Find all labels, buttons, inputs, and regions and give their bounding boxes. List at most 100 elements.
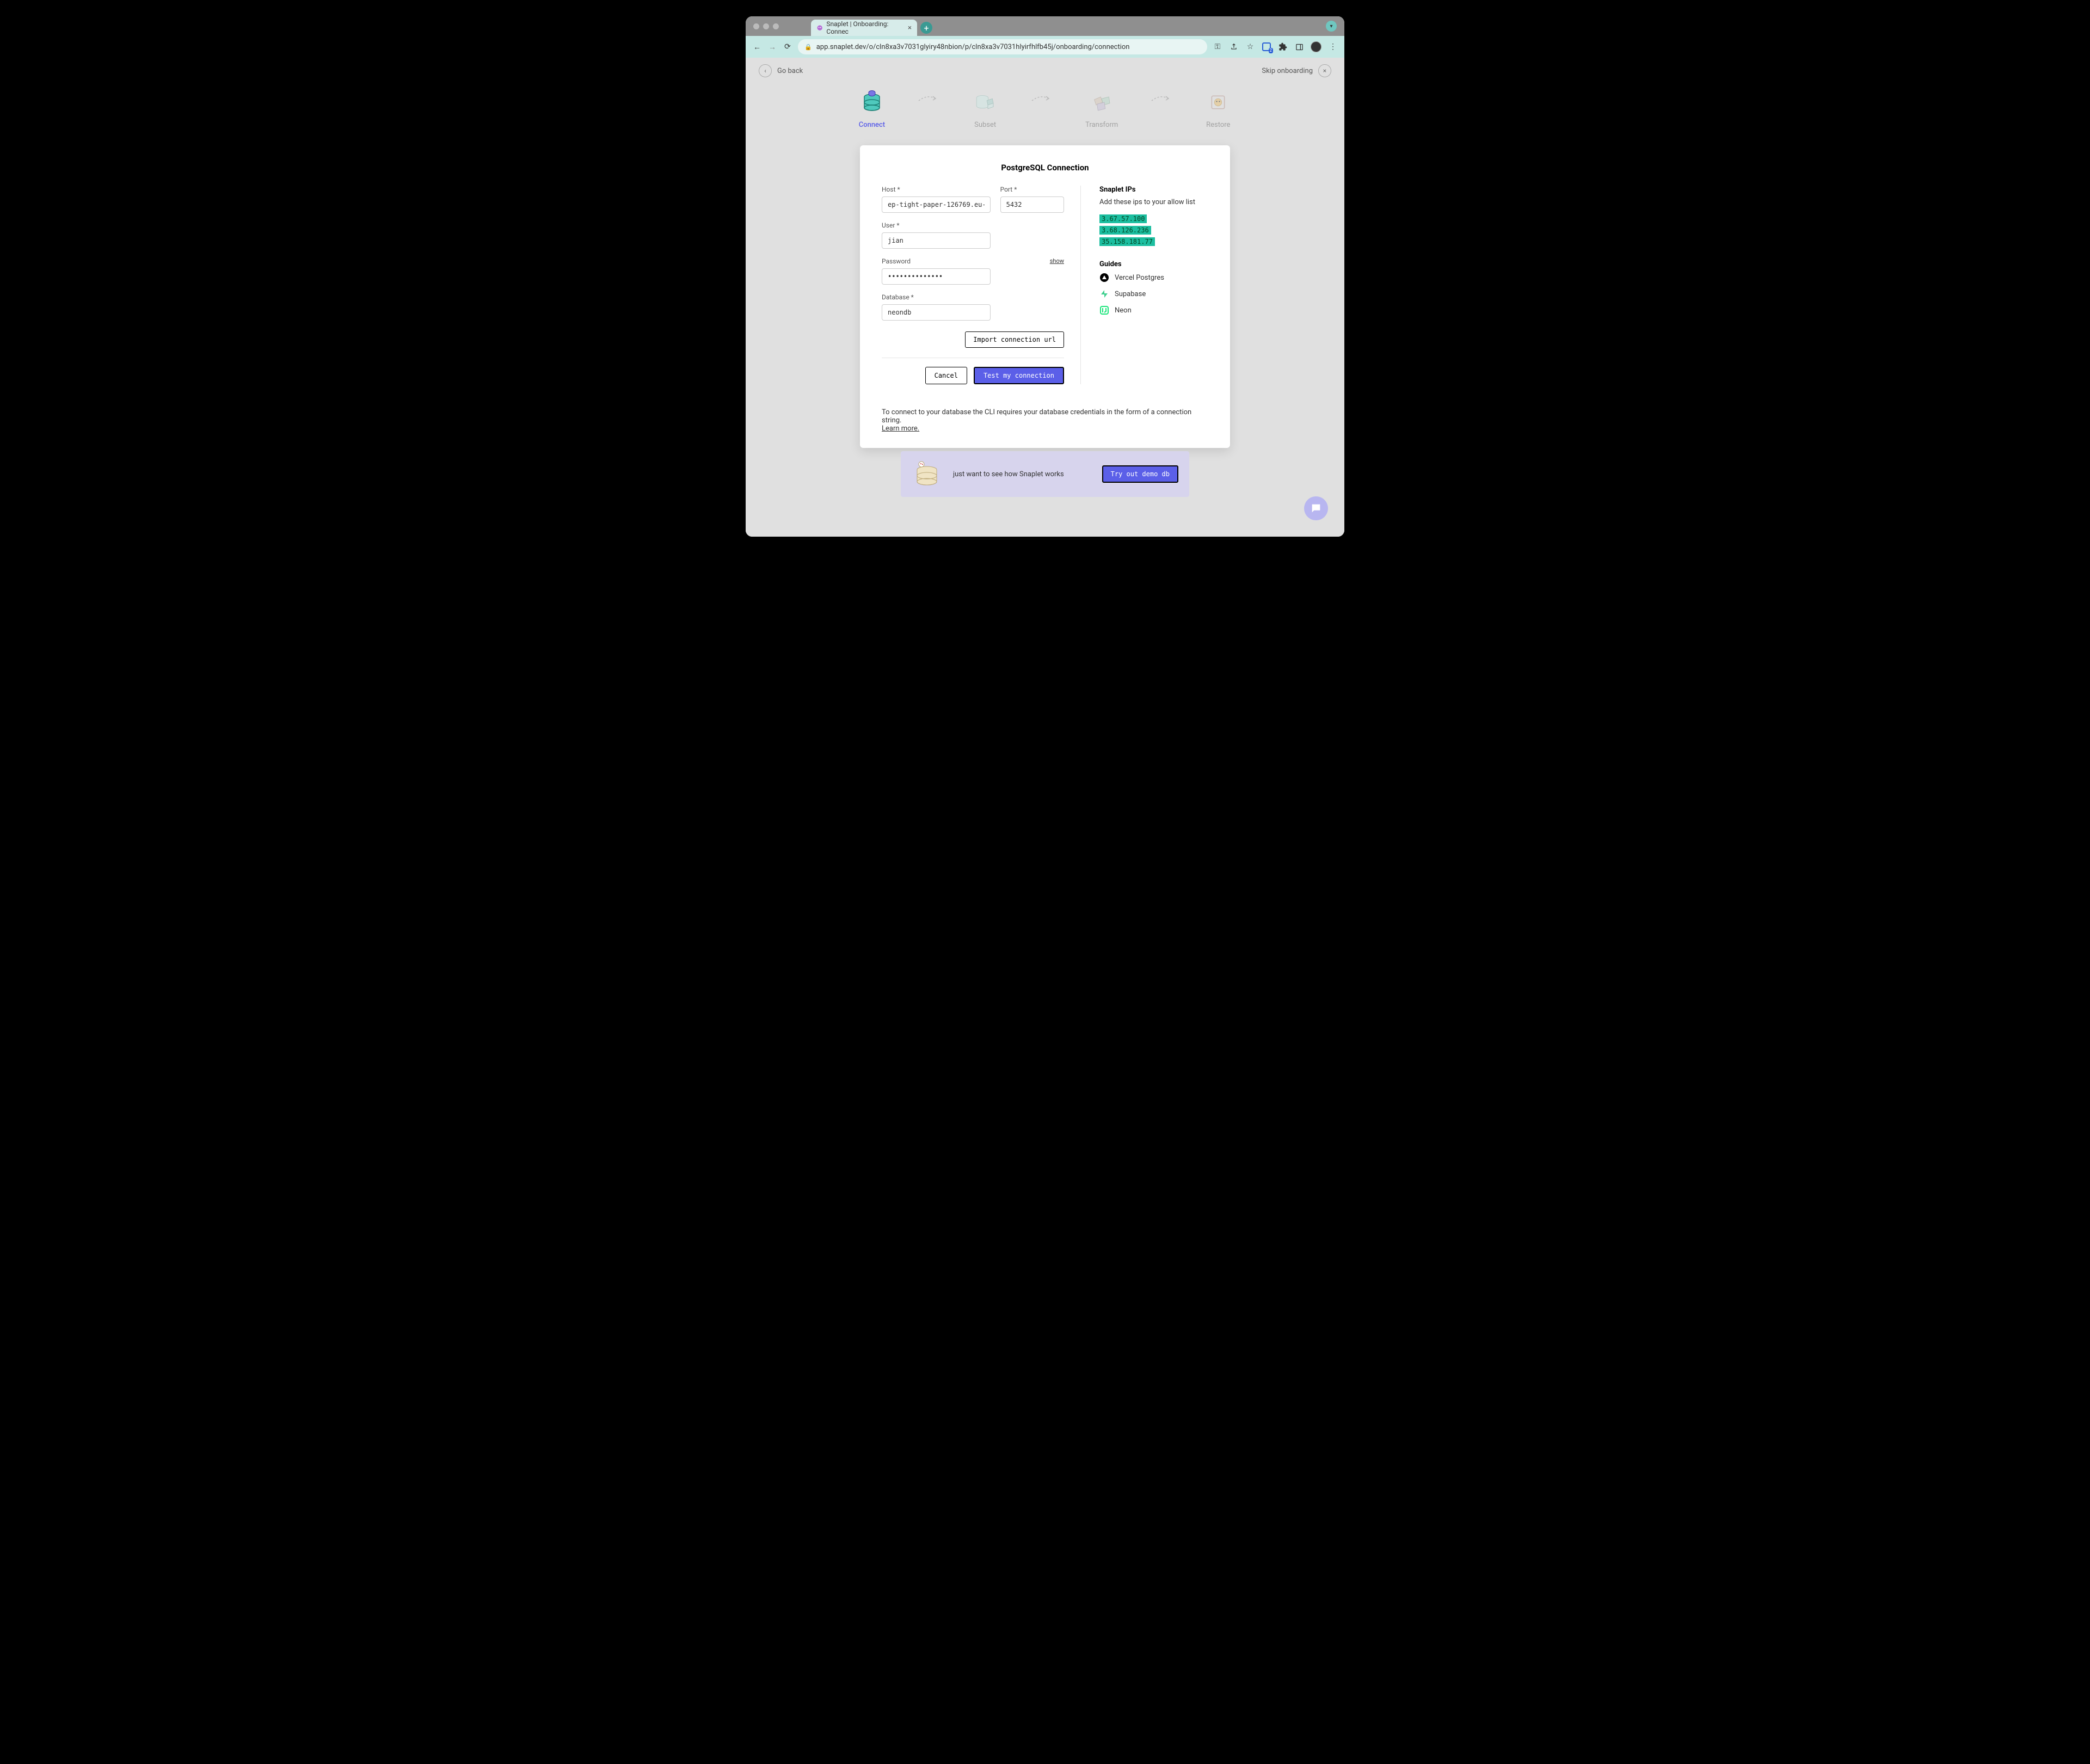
step-subset-label: Subset xyxy=(974,121,996,129)
profile-avatar[interactable] xyxy=(1311,41,1321,52)
address-bar[interactable]: 🔒 app.snaplet.dev/o/cln8xa3v7031glyiry48… xyxy=(798,39,1207,54)
host-input[interactable] xyxy=(882,196,991,213)
tab-close-icon[interactable]: × xyxy=(908,24,912,32)
panel-icon[interactable] xyxy=(1294,42,1304,52)
browser-tab[interactable]: Snaplet | Onboarding: Connec × xyxy=(811,20,917,36)
footnote: To connect to your database the CLI requ… xyxy=(882,408,1208,433)
extensions-puzzle-icon[interactable] xyxy=(1278,42,1288,52)
close-icon: × xyxy=(1318,64,1331,77)
guide-supabase[interactable]: Supabase xyxy=(1099,289,1208,299)
forward-button[interactable]: → xyxy=(767,42,777,52)
step-transform[interactable]: Transform xyxy=(1085,89,1118,129)
extension-badge: 2 xyxy=(1269,48,1274,53)
lock-icon: 🔒 xyxy=(804,44,812,51)
guide-vercel[interactable]: Vercel Postgres xyxy=(1099,273,1208,282)
chevron-left-icon: ‹ xyxy=(759,64,772,77)
go-back-label: Go back xyxy=(777,67,803,75)
step-restore-label: Restore xyxy=(1206,121,1230,129)
toolbar-right: ⚿ ☆ 2 ⋮ xyxy=(1213,41,1338,52)
titlebar: Snaplet | Onboarding: Connec × + ▾ xyxy=(746,16,1344,36)
close-window-icon[interactable] xyxy=(753,23,759,29)
password-field: Password show xyxy=(882,257,1064,285)
step-subset[interactable]: Subset xyxy=(972,89,998,129)
onboarding-steps: Connect Subset Transform xyxy=(746,89,1344,129)
guide-label: Vercel Postgres xyxy=(1115,274,1164,282)
ips-subtitle: Add these ips to your allow list xyxy=(1099,198,1208,206)
database-input[interactable] xyxy=(882,304,991,321)
ips-title: Snaplet IPs xyxy=(1099,186,1208,194)
database-field: Database * xyxy=(882,293,1064,321)
transform-icon xyxy=(1089,89,1115,115)
restore-icon xyxy=(1205,89,1231,115)
url-text: app.snaplet.dev/o/cln8xa3v7031glyiry48nb… xyxy=(816,43,1201,51)
password-input[interactable] xyxy=(882,268,991,285)
connect-icon xyxy=(859,89,885,115)
port-input[interactable] xyxy=(1000,196,1064,213)
browser-window: Snaplet | Onboarding: Connec × + ▾ ← → ⟳… xyxy=(746,16,1344,537)
skip-label: Skip onboarding xyxy=(1262,67,1313,75)
extension-icon[interactable]: 2 xyxy=(1262,42,1271,52)
traffic-lights xyxy=(753,23,779,29)
database-label: Database * xyxy=(882,293,1064,301)
reload-button[interactable]: ⟳ xyxy=(783,42,792,52)
demo-text: just want to see how Snaplet works xyxy=(953,470,1091,478)
vercel-icon xyxy=(1099,273,1109,282)
host-label: Host * xyxy=(882,186,991,193)
browser-toolbar: ← → ⟳ 🔒 app.snaplet.dev/o/cln8xa3v7031gl… xyxy=(746,36,1344,58)
page-header: ‹ Go back Skip onboarding × xyxy=(746,58,1344,84)
chat-widget-button[interactable] xyxy=(1304,496,1328,520)
port-field: Port * xyxy=(1000,186,1064,213)
maximize-window-icon[interactable] xyxy=(773,23,779,29)
tab-title: Snaplet | Onboarding: Connec xyxy=(826,20,902,35)
cancel-button[interactable]: Cancel xyxy=(925,367,967,384)
user-input[interactable] xyxy=(882,232,991,249)
supabase-icon xyxy=(1099,289,1109,299)
back-button[interactable]: ← xyxy=(752,42,762,52)
host-field: Host * xyxy=(882,186,991,213)
favicon-icon xyxy=(816,24,823,32)
star-icon[interactable]: ☆ xyxy=(1245,42,1255,52)
step-arrow-icon xyxy=(1031,85,1053,111)
demo-db-icon xyxy=(912,459,942,489)
port-label: Port * xyxy=(1000,186,1064,193)
step-restore[interactable]: Restore xyxy=(1205,89,1231,129)
new-tab-button[interactable]: + xyxy=(920,22,932,34)
guide-neon[interactable]: Neon xyxy=(1099,305,1208,315)
neon-icon xyxy=(1099,305,1109,315)
guide-label: Supabase xyxy=(1115,290,1146,298)
menu-icon[interactable]: ⋮ xyxy=(1328,42,1338,52)
test-connection-button[interactable]: Test my connection xyxy=(974,367,1064,384)
connection-modal: PostgreSQL Connection Host * Port * xyxy=(860,145,1230,448)
sidebar-column: Snaplet IPs Add these ips to your allow … xyxy=(1099,186,1208,384)
step-transform-label: Transform xyxy=(1085,121,1118,129)
key-icon[interactable]: ⚿ xyxy=(1213,42,1222,52)
user-label: User * xyxy=(882,222,1064,229)
tabs-dropdown-icon[interactable]: ▾ xyxy=(1326,21,1337,32)
footnote-text: To connect to your database the CLI requ… xyxy=(882,408,1191,425)
step-arrow-icon xyxy=(1151,85,1172,111)
password-show-toggle[interactable]: show xyxy=(1050,257,1064,265)
ip-address[interactable]: 3.67.57.100 xyxy=(1099,214,1147,223)
minimize-window-icon[interactable] xyxy=(763,23,769,29)
skip-onboarding-button[interactable]: Skip onboarding × xyxy=(1262,64,1331,77)
try-demo-button[interactable]: Try out demo db xyxy=(1102,465,1178,483)
import-connection-button[interactable]: Import connection url xyxy=(965,331,1064,348)
modal-title: PostgreSQL Connection xyxy=(882,163,1208,173)
page-content: ‹ Go back Skip onboarding × Connect xyxy=(746,58,1344,537)
go-back-button[interactable]: ‹ Go back xyxy=(759,64,803,77)
ip-address[interactable]: 3.68.126.236 xyxy=(1099,226,1151,235)
ip-address[interactable]: 35.158.181.77 xyxy=(1099,237,1155,246)
guides-title: Guides xyxy=(1099,260,1208,268)
password-label: Password xyxy=(882,257,911,265)
guide-label: Neon xyxy=(1115,306,1132,315)
step-arrow-icon xyxy=(918,85,939,111)
learn-more-link[interactable]: Learn more. xyxy=(882,425,919,433)
tab-bar: Snaplet | Onboarding: Connec × + xyxy=(811,20,932,36)
subset-icon xyxy=(972,89,998,115)
share-icon[interactable] xyxy=(1229,42,1239,52)
user-field: User * xyxy=(882,222,1064,249)
step-connect-label: Connect xyxy=(859,121,885,129)
demo-banner: just want to see how Snaplet works Try o… xyxy=(901,451,1189,497)
form-column: Host * Port * User * xyxy=(882,186,1081,384)
step-connect[interactable]: Connect xyxy=(859,89,885,129)
